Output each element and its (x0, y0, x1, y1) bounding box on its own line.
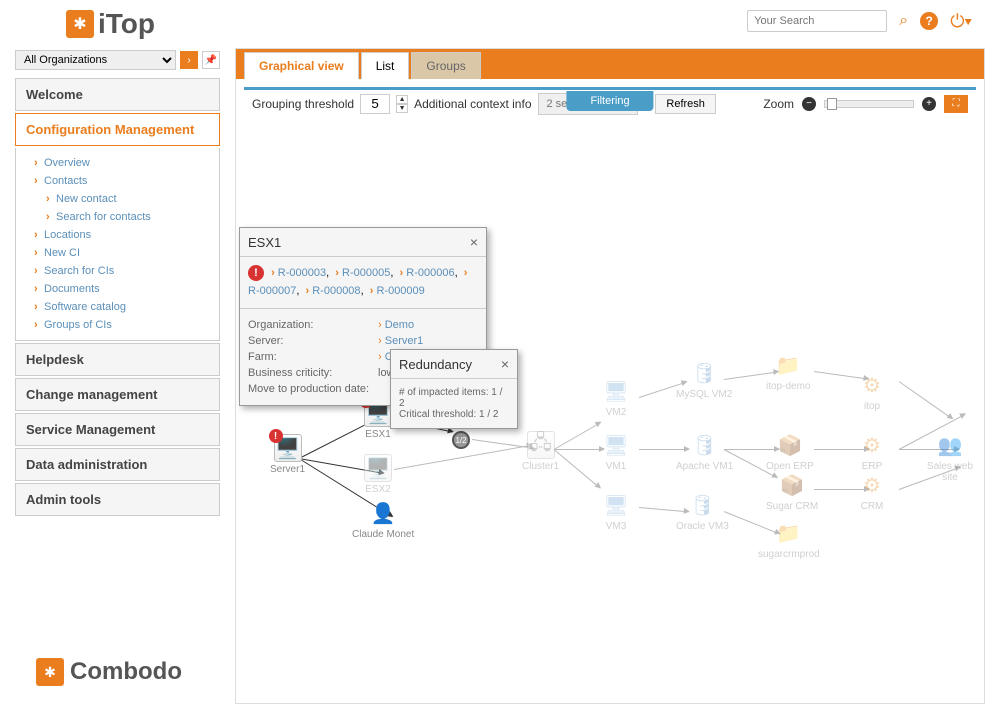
menu-contacts[interactable]: Contacts (44, 172, 219, 190)
refresh-button[interactable]: Refresh (655, 94, 716, 114)
logo-icon: ✱ (66, 10, 94, 38)
ticket-link[interactable]: R-000005 (342, 267, 390, 279)
grouping-input[interactable] (360, 94, 390, 114)
ticket-link[interactable]: R-000008 (312, 285, 360, 297)
node-itop[interactable]: ⚙itop (858, 371, 886, 412)
popup-redundancy-title: Redundancy (399, 357, 472, 372)
node-redundancy[interactable]: 1/2 (452, 431, 470, 449)
node-cluster1[interactable]: 🖧Cluster1 (522, 431, 559, 472)
power-icon[interactable]: ⏻▾ (950, 11, 972, 32)
node-esx2[interactable]: 🖥️ESX2 (364, 454, 392, 495)
menu-software[interactable]: Software catalog (44, 298, 219, 316)
popup-org-link[interactable]: › Demo (378, 319, 414, 331)
logo: ✱ iTop (66, 8, 155, 40)
search-input[interactable] (747, 10, 887, 32)
menu-documents[interactable]: Documents (44, 280, 219, 298)
node-server1[interactable]: !🖥️ Server1 (270, 434, 305, 475)
menu-new-contact[interactable]: New contact (56, 190, 219, 208)
search-icon[interactable]: ⌕ (899, 12, 908, 30)
menu-admin[interactable]: Admin tools (16, 484, 219, 515)
filtering-toggle[interactable]: Filtering (566, 91, 653, 111)
org-select[interactable]: All Organizations (15, 50, 176, 70)
context-label: Additional context info (414, 97, 531, 111)
org-go-button[interactable]: › (180, 51, 198, 69)
menu-config[interactable]: Configuration Management (15, 113, 220, 146)
node-vm3[interactable]: 🖥VM3 (602, 491, 630, 532)
main-panel: Graphical view List Groups Filtering Gro… (235, 48, 985, 704)
tabs-bar: Graphical view List Groups (236, 49, 984, 79)
node-erp[interactable]: ⚙ERP (858, 431, 886, 472)
brand-text: iTop (98, 8, 155, 40)
graph-canvas[interactable]: !🖥️ Server1 !🖥️ ESX1 🖥️ESX2 👤Claude Mone… (244, 119, 976, 695)
ticket-link[interactable]: R-000009 (376, 285, 424, 297)
ticket-link[interactable]: R-000006 (406, 267, 454, 279)
ticket-link[interactable]: R-000007 (248, 285, 296, 297)
menu-dataadmin[interactable]: Data administration (16, 449, 219, 480)
zoom-slider[interactable] (824, 100, 914, 108)
node-vm1[interactable]: 🖥VM1 (602, 431, 630, 472)
pin-button[interactable]: 📌 (202, 51, 220, 69)
zoom-in-button[interactable]: + (922, 97, 936, 111)
node-vm2[interactable]: 🖥VM2 (602, 377, 630, 418)
menu-groups[interactable]: Groups of CIs (44, 316, 219, 334)
alert-icon: ! (269, 429, 283, 443)
footer-logo: ✱ Combodo (36, 658, 182, 686)
menu-welcome[interactable]: Welcome (16, 79, 219, 110)
menu-new-ci[interactable]: New CI (44, 244, 219, 262)
menu-locations[interactable]: Locations (44, 226, 219, 244)
node-openerp[interactable]: 📦Open ERP (766, 431, 814, 472)
popup-server-link[interactable]: › Server1 (378, 335, 423, 347)
popup-redundancy: Redundancy × # of impacted items: 1 / 2 … (390, 349, 518, 429)
node-sugarcrm[interactable]: 📦Sugar CRM (766, 471, 818, 512)
menu-search-cis[interactable]: Search for CIs (44, 262, 219, 280)
ticket-link[interactable]: R-000003 (278, 267, 326, 279)
tab-graphical[interactable]: Graphical view (244, 52, 359, 79)
menu-overview[interactable]: Overview (44, 154, 219, 172)
zoom-label: Zoom (763, 97, 794, 111)
node-oracle-vm3[interactable]: 🛢Oracle VM3 (676, 491, 729, 532)
node-mysql-vm2[interactable]: 🛢MySQL VM2 (676, 359, 732, 400)
node-sales[interactable]: 👥Sales web site (924, 431, 976, 483)
menu-search-contacts[interactable]: Search for contacts (56, 208, 219, 226)
menu-change[interactable]: Change management (16, 379, 219, 410)
fullscreen-button[interactable]: ⛶ (944, 95, 968, 113)
footer-brand: Combodo (70, 658, 182, 686)
popup-title: ESX1 (248, 235, 281, 250)
tab-list[interactable]: List (361, 52, 410, 79)
tab-groups[interactable]: Groups (411, 52, 480, 79)
close-icon[interactable]: × (470, 234, 478, 250)
node-itop-demo[interactable]: 📁itop-demo (766, 351, 810, 392)
node-monet[interactable]: 👤Claude Monet (352, 499, 414, 540)
grouping-label: Grouping threshold (252, 97, 354, 111)
node-apache-vm1[interactable]: 🛢Apache VM1 (676, 431, 733, 472)
footer-logo-icon: ✱ (36, 658, 64, 686)
grouping-stepper[interactable]: ▲▼ (396, 95, 408, 113)
popup-tickets: ! › R-000003, › R-000005, › R-000006, › … (240, 257, 486, 309)
alert-icon: ! (248, 265, 264, 281)
close-icon[interactable]: × (501, 356, 509, 372)
node-sugarcrmprod[interactable]: 📁sugarcrmprod (758, 519, 820, 560)
header: ✱ iTop ⌕ ? ⏻▾ (0, 0, 987, 48)
help-icon[interactable]: ? (920, 12, 938, 30)
menu-helpdesk[interactable]: Helpdesk (16, 344, 219, 375)
sidebar: All Organizations › 📌 Welcome Configurat… (15, 50, 220, 518)
zoom-out-button[interactable]: − (802, 97, 816, 111)
node-crm[interactable]: ⚙CRM (858, 471, 886, 512)
menu-service[interactable]: Service Management (16, 414, 219, 445)
